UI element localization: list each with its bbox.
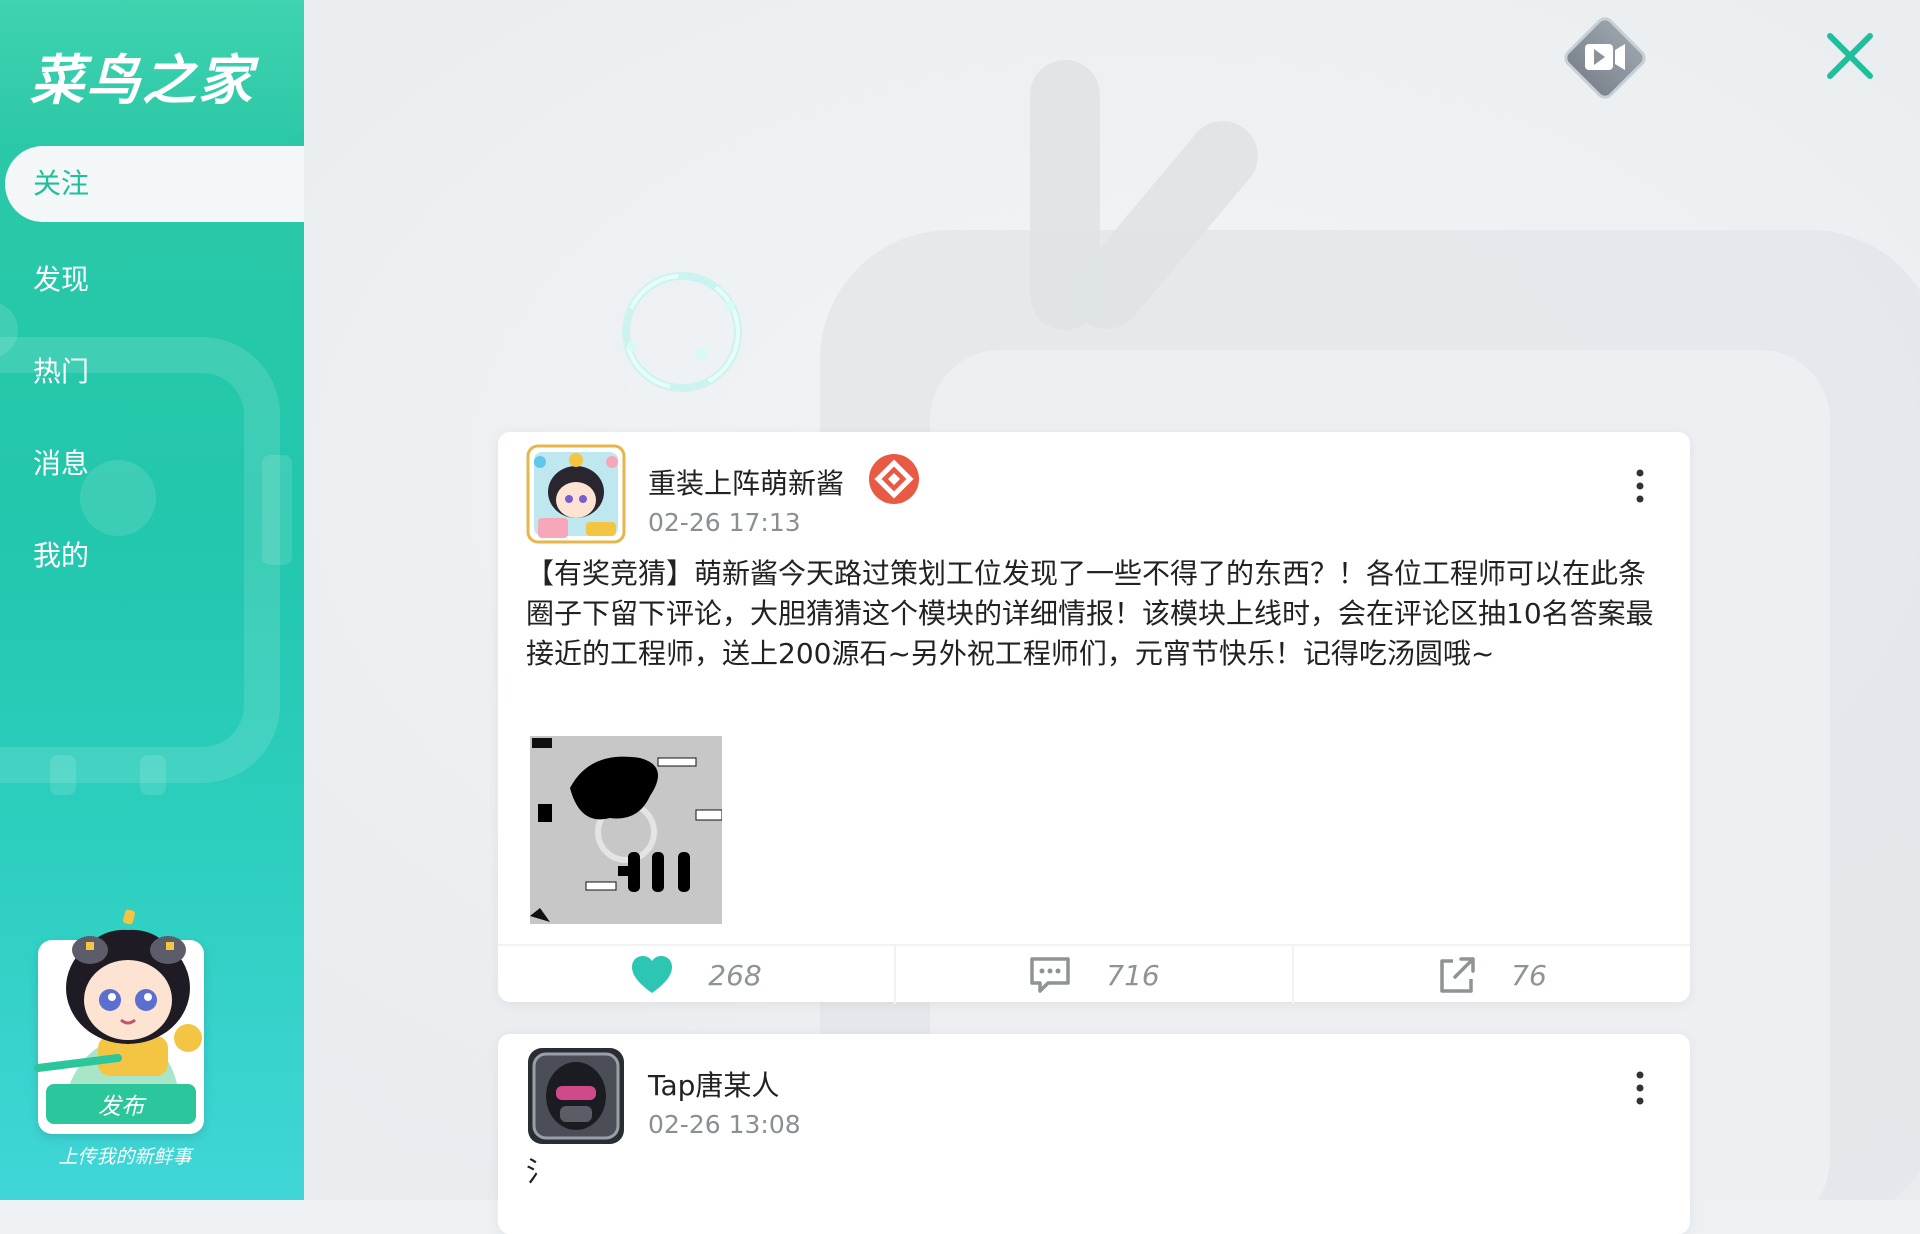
official-badge-icon [869, 454, 919, 504]
author-avatar[interactable] [526, 1046, 626, 1146]
video-camera-icon[interactable] [1557, 10, 1653, 106]
author-avatar[interactable] [526, 444, 626, 544]
post-action-bar: 268 716 76 [498, 944, 1690, 1004]
sidebar-item-follow[interactable]: 关注 [5, 146, 304, 222]
share-count: 76 [1511, 958, 1547, 992]
sidebar-item-profile[interactable]: 我的 [0, 510, 304, 602]
more-options-icon[interactable] [1630, 1068, 1650, 1108]
like-count: 268 [708, 958, 762, 992]
heart-icon [632, 956, 673, 993]
share-button[interactable]: 76 [1294, 946, 1690, 1004]
post-text: 氵 [526, 1155, 555, 1188]
close-icon[interactable] [1822, 28, 1878, 84]
sidebar-item-discover[interactable]: 发现 [0, 234, 304, 326]
post-text: 【有奖竞猜】萌新酱今天路过策划工位发现了一些不得了的东西？！各位工程师可以在此条… [526, 557, 1654, 670]
sidebar-item-messages[interactable]: 消息 [0, 418, 304, 510]
sidebar-nav: 关注 发现 热门 消息 我的 [0, 144, 304, 602]
like-button[interactable]: 268 [498, 946, 896, 1004]
share-icon [1440, 957, 1475, 993]
sidebar-item-hot[interactable]: 热门 [0, 326, 304, 418]
author-name[interactable]: Tap唐某人 [648, 1064, 779, 1104]
publish-card: 发布 [34, 909, 204, 1134]
publish-button[interactable]: 发布 [46, 1084, 196, 1124]
comment-button[interactable]: 716 [896, 946, 1294, 1004]
post-image[interactable] [530, 736, 722, 924]
app-title-panel: 菜鸟之家 [0, 0, 304, 144]
post-time: 02-26 13:08 [648, 1110, 801, 1139]
more-options-icon[interactable] [1630, 466, 1650, 506]
sidebar: 菜鸟之家 关注 发现 热门 消息 我的 发布 上传我的新鲜事 [0, 0, 304, 1200]
publish-hint: 上传我的新鲜事 [58, 1146, 192, 1168]
app-title: 菜鸟之家 [30, 48, 254, 112]
loading-spinner-icon [622, 272, 742, 392]
author-name[interactable]: 重装上阵萌新酱 [648, 462, 844, 502]
post-card[interactable]: 重装上阵萌新酱 02-26 17:13 【有奖竞猜】萌新酱今天路过策划工位发现了… [498, 432, 1690, 1004]
post-time: 02-26 17:13 [648, 508, 801, 537]
comment-icon [1030, 957, 1071, 993]
post-card[interactable]: Tap唐某人 02-26 13:08 氵 [498, 1034, 1690, 1234]
comment-count: 716 [1106, 958, 1160, 992]
